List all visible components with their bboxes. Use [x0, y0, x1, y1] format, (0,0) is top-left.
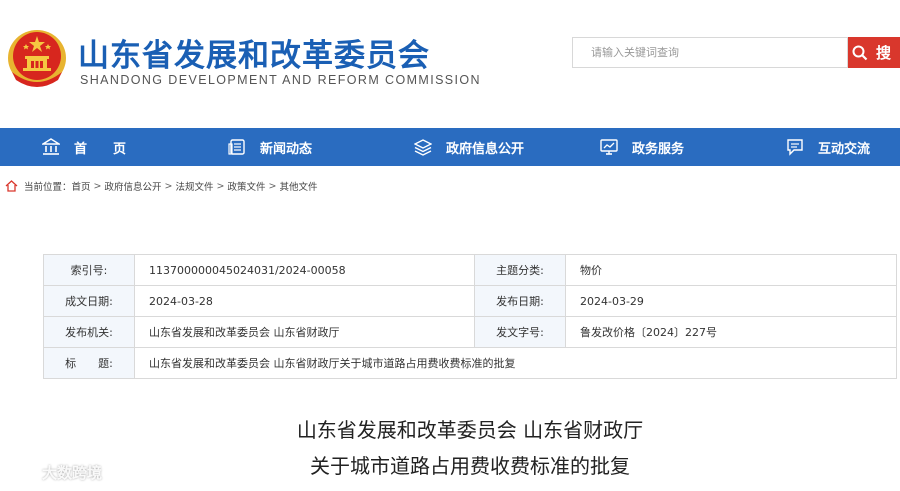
building-icon	[42, 138, 60, 155]
breadcrumb-separator: >	[216, 180, 225, 192]
monitor-icon	[600, 139, 618, 155]
written-date-value: 2024-03-28	[134, 285, 475, 317]
topic-category-label: 主题分类:	[474, 254, 566, 286]
publish-date-label: 发布日期:	[474, 285, 566, 317]
nav-item-gov-info[interactable]: 政府信息公开	[414, 128, 524, 166]
national-emblem-icon	[8, 30, 66, 87]
title-value: 山东省发展和改革委员会 山东省财政厅关于城市道路占用费收费标准的批复	[134, 347, 897, 379]
nav-label-gov-info: 政府信息公开	[446, 141, 525, 157]
breadcrumb-prefix: 当前位置：	[24, 182, 72, 193]
breadcrumb-other-docs[interactable]: 其他文件	[279, 179, 317, 193]
nav-label-news: 新闻动态	[260, 141, 313, 157]
nav-item-interaction[interactable]: 互动交流	[786, 128, 870, 166]
search-box	[572, 37, 848, 68]
home-icon	[5, 180, 18, 192]
breadcrumb-policy-docs[interactable]: 政策文件	[227, 179, 265, 193]
table-row: 发布机关: 山东省发展和改革委员会 山东省财政厅 发文字号: 鲁发改价格〔202…	[43, 316, 897, 348]
news-icon	[228, 139, 245, 155]
breadcrumb-separator: >	[268, 180, 277, 192]
breadcrumb-separator: >	[93, 180, 102, 192]
document-info-table: 索引号: 11370000004502403​1/2024-00058 主题分类…	[43, 254, 897, 379]
document-title-line1: 山东省发展和改革委员会 山东省财政厅	[296, 418, 644, 442]
title-label: 标 题:	[43, 347, 135, 379]
breadcrumb-home[interactable]: 首页	[72, 179, 91, 193]
site-header: 山东省发展和改革委员会 SHANDONG DEVELOPMENT AND REF…	[0, 0, 900, 128]
breadcrumb: 当前位置： 首页 > 政府信息公开 > 法规文件 > 政策文件 > 其他文件	[5, 179, 317, 193]
table-row: 成文日期: 2024-03-28 发布日期: 2024-03-29	[43, 285, 897, 317]
document-title-line2: 关于城市道路占用费收费标准的批复	[310, 454, 630, 478]
layers-icon	[414, 139, 432, 156]
nav-label-interaction: 互动交流	[818, 141, 871, 157]
document-number-value: 鲁发改价格〔2024〕227号	[565, 316, 897, 348]
watermark-logo-icon	[10, 464, 42, 481]
breadcrumb-regulations[interactable]: 法规文件	[175, 179, 213, 193]
search-button-label: 搜	[876, 44, 892, 62]
search-button[interactable]: 搜	[848, 37, 900, 68]
breadcrumb-separator: >	[164, 180, 173, 192]
document-number-label: 发文字号:	[474, 316, 566, 348]
nav-item-home[interactable]: 首 页	[42, 128, 126, 166]
publish-date-value: 2024-03-29	[565, 285, 897, 317]
written-date-label: 成文日期:	[43, 285, 135, 317]
chat-icon	[787, 139, 803, 156]
nav-item-services[interactable]: 政务服务	[600, 128, 684, 166]
site-title: 山东省发展和改革委员会	[78, 38, 430, 74]
watermark: 大数跨境	[8, 462, 102, 483]
index-number-value: 11370000004502403​1/2024-00058	[134, 254, 475, 286]
watermark-text: 大数跨境	[42, 464, 103, 482]
table-row: 索引号: 11370000004502403​1/2024-00058 主题分类…	[43, 254, 897, 286]
search-input[interactable]	[573, 38, 847, 67]
nav-label-home: 首 页	[74, 141, 127, 157]
index-number-label: 索引号:	[43, 254, 135, 286]
issuing-authority-label: 发布机关:	[43, 316, 135, 348]
site-subtitle: SHANDONG DEVELOPMENT AND REFORM COMMISSI…	[80, 73, 481, 87]
main-nav: 首 页 新闻动态 政府信息公开 政务服务 互动交流	[0, 128, 900, 166]
table-row: 标 题: 山东省发展和改革委员会 山东省财政厅关于城市道路占用费收费标准的批复	[43, 347, 897, 379]
nav-item-news[interactable]: 新闻动态	[228, 128, 312, 166]
nav-label-services: 政务服务	[632, 141, 685, 157]
breadcrumb-gov-info[interactable]: 政府信息公开	[105, 179, 162, 193]
topic-category-value: 物价	[565, 254, 897, 286]
issuing-authority-value: 山东省发展和改革委员会 山东省财政厅	[134, 316, 475, 348]
search-icon	[852, 45, 868, 60]
